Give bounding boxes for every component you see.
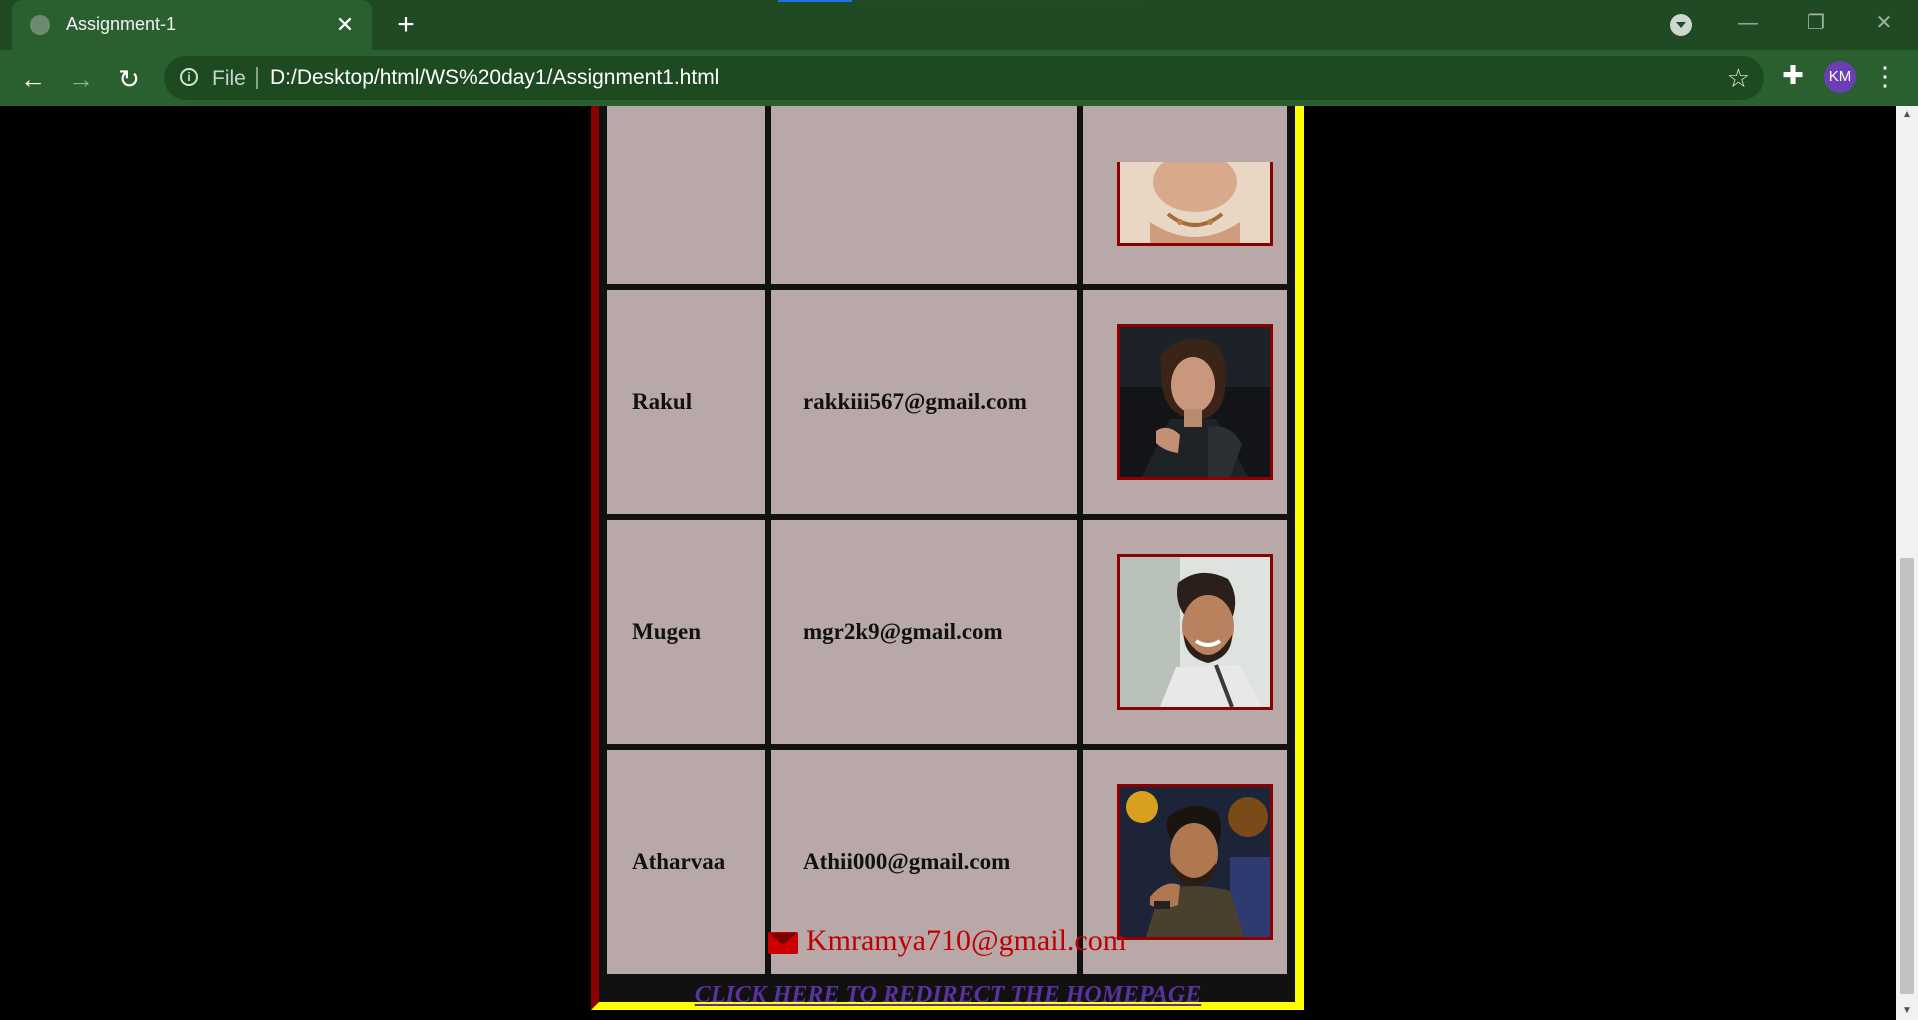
- contact-email: rakkiii567@gmail.com: [803, 389, 1027, 414]
- forward-arrow-icon[interactable]: →: [64, 62, 98, 96]
- reload-icon[interactable]: ↻: [112, 62, 146, 96]
- partial-portrait-photo: [1117, 162, 1273, 246]
- new-tab-button[interactable]: +: [390, 9, 422, 41]
- vertical-scrollbar[interactable]: ▲ ▼: [1896, 106, 1918, 1020]
- photo-cell: [1083, 106, 1287, 284]
- envelope-icon: [768, 932, 798, 954]
- extensions-puzzle-icon[interactable]: ✚: [1776, 60, 1810, 91]
- browser-toolbar: ← → ↻ i File D:/Desktop/html/WS%20day1/A…: [0, 50, 1918, 106]
- tab-title: Assignment-1: [66, 14, 177, 34]
- browser-titlebar: Assignment-1 ✕ + — ❐ ✕: [0, 0, 1918, 50]
- tab-search-icon[interactable]: [1670, 14, 1692, 36]
- more-menu-icon[interactable]: ⋮: [1872, 60, 1898, 92]
- page-viewport[interactable]: Rakul rakkiii567@gmail.com Mugen mgr2k9@…: [0, 106, 1896, 1020]
- close-tab-icon[interactable]: ✕: [332, 11, 358, 39]
- close-window-button[interactable]: ✕: [1864, 8, 1904, 38]
- name-cell: Mugen: [607, 520, 765, 744]
- address-bar[interactable]: i File D:/Desktop/html/WS%20day1/Assignm…: [164, 56, 1764, 100]
- email-cell: rakkiii567@gmail.com: [771, 290, 1077, 514]
- info-icon[interactable]: i: [180, 68, 198, 86]
- table-row: Rakul rakkiii567@gmail.com: [607, 290, 1287, 514]
- browser-tab[interactable]: Assignment-1 ✕: [12, 0, 372, 50]
- contact-email: mgr2k9@gmail.com: [803, 619, 1003, 644]
- photo-cell: [1083, 520, 1287, 744]
- scheme-label: File: [212, 67, 246, 90]
- restore-window-button[interactable]: ❐: [1796, 8, 1836, 38]
- url-text[interactable]: D:/Desktop/html/WS%20day1/Assignment1.ht…: [270, 66, 719, 90]
- contact-email: Athii000@gmail.com: [803, 849, 1011, 874]
- name-cell: [607, 106, 765, 284]
- contact-email-text[interactable]: Kmramya710@gmail.com: [806, 924, 1126, 958]
- portrait-photo-rakul: [1117, 324, 1273, 480]
- back-arrow-icon[interactable]: ←: [16, 62, 50, 96]
- table-row: [607, 106, 1287, 284]
- contact-name: Mugen: [632, 619, 701, 644]
- contact-name: Rakul: [632, 389, 693, 414]
- loading-indicator: [778, 0, 1140, 2]
- email-cell: mgr2k9@gmail.com: [771, 520, 1077, 744]
- scroll-down-arrow-icon[interactable]: ▼: [1896, 1002, 1918, 1020]
- profile-avatar[interactable]: KM: [1824, 61, 1856, 93]
- minimize-window-button[interactable]: —: [1728, 8, 1768, 38]
- table-row: Mugen mgr2k9@gmail.com: [607, 520, 1287, 744]
- portrait-photo-atharvaa: [1117, 784, 1273, 940]
- globe-icon: [30, 15, 50, 35]
- redirect-homepage-link[interactable]: CLICK HERE TO REDIRECT THE HOMEPAGE: [0, 982, 1896, 1009]
- address-divider: [256, 67, 258, 89]
- scrollbar-thumb[interactable]: [1900, 558, 1914, 994]
- contact-name: Atharvaa: [632, 849, 726, 874]
- bookmark-star-icon[interactable]: ☆: [1727, 63, 1750, 94]
- portrait-photo-mugen: [1117, 554, 1273, 710]
- photo-cell: [1083, 290, 1287, 514]
- name-cell: Atharvaa: [607, 750, 765, 974]
- name-cell: Rakul: [607, 290, 765, 514]
- scroll-up-arrow-icon[interactable]: ▲: [1896, 106, 1918, 124]
- email-cell: [771, 106, 1077, 284]
- contacts-table: Rakul rakkiii567@gmail.com Mugen mgr2k9@…: [591, 106, 1304, 1010]
